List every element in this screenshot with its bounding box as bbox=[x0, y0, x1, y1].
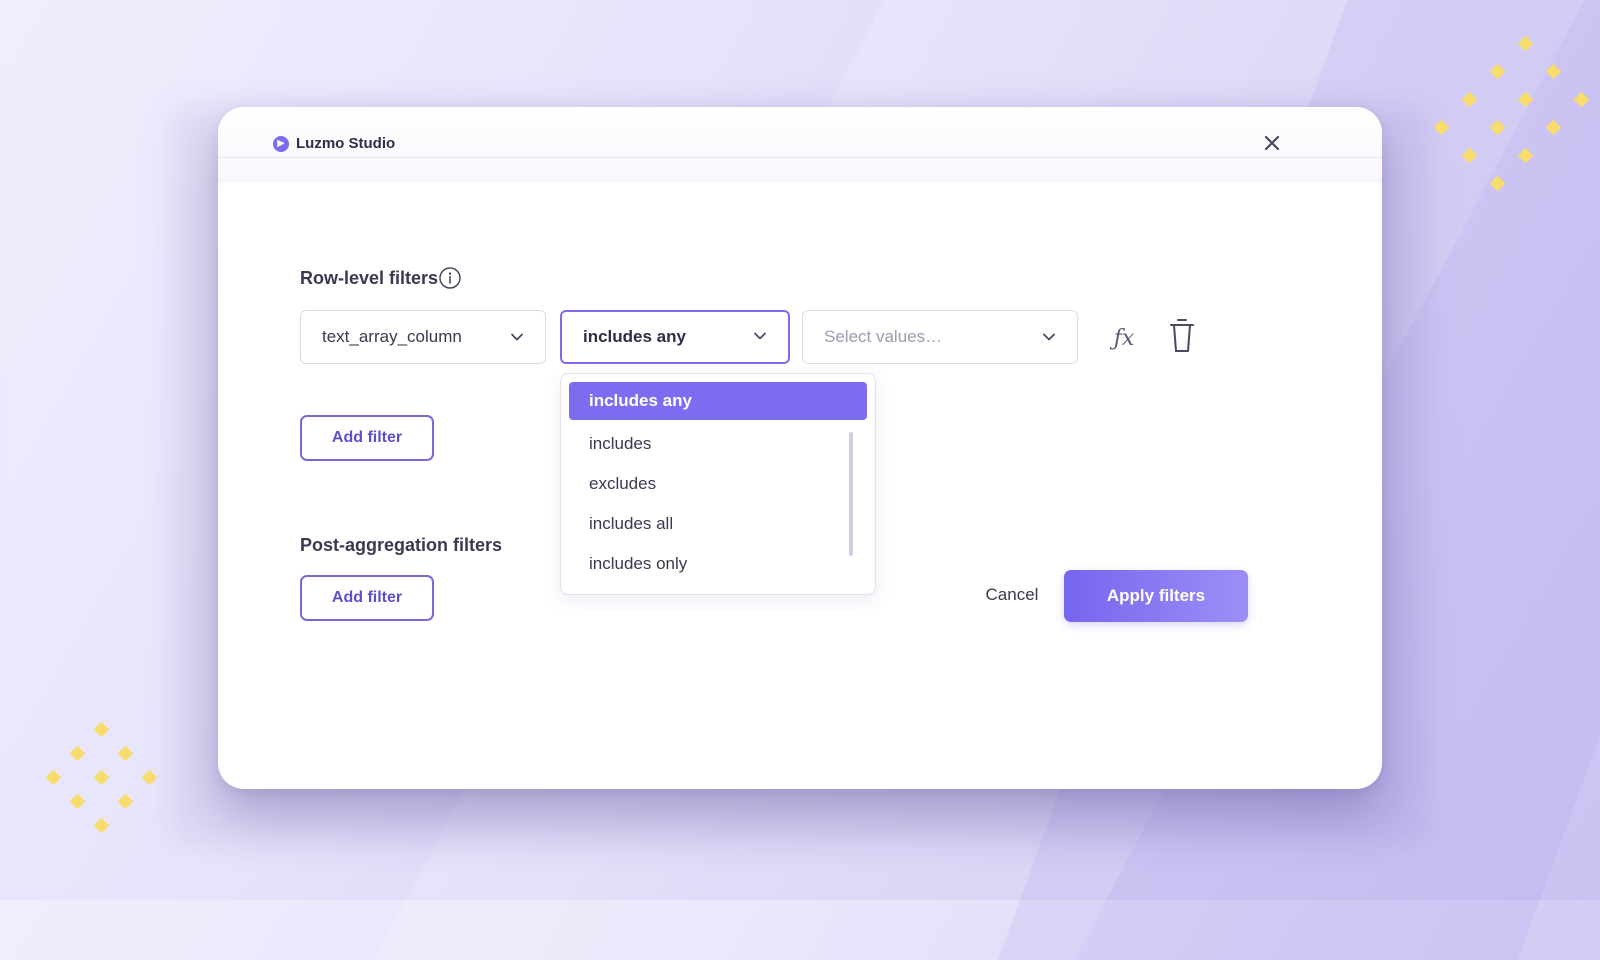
chevron-down-icon bbox=[511, 333, 523, 341]
add-row-filter-button[interactable]: Add filter bbox=[300, 415, 434, 461]
values-select[interactable]: Select values… bbox=[802, 310, 1078, 364]
decoration-diamonds-top-right bbox=[1432, 32, 1600, 202]
brand: ▶ Luzmo Studio bbox=[273, 135, 395, 152]
close-icon bbox=[1264, 135, 1280, 151]
delete-filter-button[interactable] bbox=[1168, 317, 1196, 355]
add-post-aggregation-filter-button[interactable]: Add filter bbox=[300, 575, 434, 621]
add-filter-label: Add filter bbox=[331, 429, 403, 446]
operator-select[interactable]: includes any bbox=[560, 310, 790, 364]
operator-select-value: includes any bbox=[583, 327, 686, 346]
dropdown-option-includes-only[interactable]: includes only bbox=[569, 545, 867, 583]
dropdown-option-excludes[interactable]: excludes bbox=[569, 465, 867, 503]
post-aggregation-filters-title: Post-aggregation filters bbox=[300, 535, 503, 555]
header-divider bbox=[218, 157, 1382, 158]
chevron-down-icon bbox=[1043, 333, 1055, 341]
dropdown-option-includes-any[interactable]: includes any bbox=[569, 382, 867, 420]
operator-dropdown-menu: includes any includes excludes includes … bbox=[560, 373, 876, 595]
apply-filters-button[interactable]: Apply filters bbox=[1064, 570, 1248, 622]
row-level-filters-title: Row-level filters bbox=[300, 268, 439, 288]
column-select[interactable]: text_array_column bbox=[300, 310, 546, 364]
dropdown-option-includes[interactable]: includes bbox=[569, 425, 867, 463]
cancel-button[interactable]: Cancel bbox=[970, 575, 1054, 615]
filters-modal: ▶ Luzmo Studio Row-level filters text_ar… bbox=[218, 107, 1382, 789]
trash-icon bbox=[1170, 319, 1194, 352]
chevron-down-icon bbox=[754, 332, 766, 340]
values-select-placeholder: Select values… bbox=[824, 327, 943, 346]
dropdown-option-includes-all[interactable]: includes all bbox=[569, 505, 867, 543]
add-filter-label: Add filter bbox=[331, 589, 403, 606]
brand-name: Luzmo Studio bbox=[296, 135, 396, 152]
column-select-value: text_array_column bbox=[322, 327, 462, 346]
info-icon[interactable] bbox=[439, 267, 461, 289]
formula-button[interactable]: ƒx bbox=[1106, 321, 1142, 355]
close-button[interactable] bbox=[1260, 131, 1284, 155]
decoration-diamonds-bottom-left bbox=[44, 720, 214, 890]
luzmo-logo-icon: ▶ bbox=[273, 135, 289, 152]
function-icon: ƒx bbox=[1113, 325, 1135, 351]
dropdown-scrollbar[interactable] bbox=[849, 432, 853, 556]
